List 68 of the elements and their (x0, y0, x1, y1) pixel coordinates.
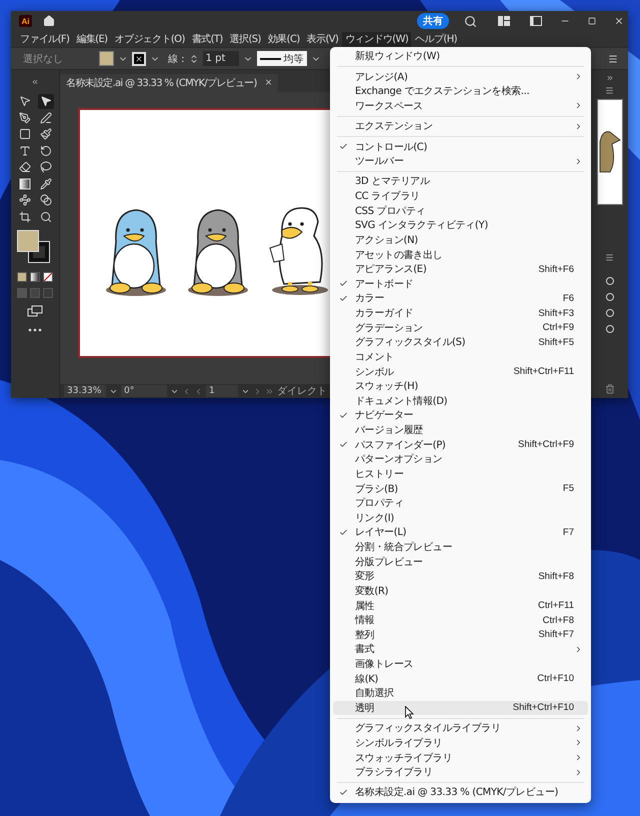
menu-item[interactable]: エクステンション (333, 118, 588, 134)
menu-item[interactable]: CSS プロパティ (333, 203, 588, 218)
rotation-field[interactable]: 0° (121, 385, 167, 397)
menu-item[interactable]: アセットの書き出し (333, 247, 588, 262)
menu-item[interactable]: 効果(C) (264, 32, 303, 46)
menu-item[interactable]: シンボルライブラリ (333, 736, 588, 750)
menu-item[interactable]: ウィンドウ(W) (342, 32, 412, 46)
menu-item[interactable]: カラー F6 (333, 291, 588, 306)
menu-item[interactable]: 3D とマテリアル (333, 174, 588, 189)
selection-status: 選択なし (23, 52, 64, 66)
share-button[interactable]: 共有 (417, 13, 449, 29)
menu-item[interactable]: 分割・統合プレビュー (333, 540, 588, 554)
artboard-field[interactable]: 1 (206, 385, 238, 397)
menu-item[interactable]: 表示(V) (304, 32, 342, 46)
menu-item[interactable]: カラーガイド Shift+F3 (333, 306, 588, 320)
stroke-weight-field[interactable]: 1 pt (202, 51, 239, 66)
menu-item[interactable]: シンボル Shift+Ctrl+F11 (333, 364, 588, 379)
menu-item[interactable]: 書式(T) (188, 32, 226, 46)
menu-item[interactable]: 変数(R) (333, 584, 588, 598)
stroke-profile-dropdown[interactable]: 均等 (256, 51, 307, 66)
menu-item[interactable]: コメント (333, 350, 588, 364)
menu-item[interactable]: オブジェクト(O) (111, 32, 188, 46)
app-logo: Ai (19, 15, 32, 27)
menu-item[interactable]: アピアランス(E) Shift+F6 (333, 262, 588, 276)
menu-item[interactable]: 編集(E) (73, 32, 110, 46)
menu-item[interactable]: スウォッチ(H) (333, 378, 588, 394)
menu-item[interactable]: 線(K) Ctrl+F10 (333, 671, 588, 686)
menu-item[interactable]: CC ライブラリ (333, 188, 588, 204)
menu-item[interactable]: 書式 (333, 642, 588, 657)
menu-item[interactable]: 整列 Shift+F7 (333, 628, 588, 642)
menu-item[interactable]: 分版プレビュー (333, 554, 588, 569)
document-tab[interactable]: 名称未設定.ai @ 33.33 % (CMYK/プレビュー) × (60, 74, 278, 92)
menu-item[interactable]: ツールバー (333, 154, 588, 168)
menu-item[interactable]: アクション(N) (333, 232, 588, 248)
menu-item[interactable]: グラフィックスタイルライブラリ (333, 720, 588, 736)
menu-item[interactable]: スウォッチライブラリ (333, 750, 588, 765)
menu-item[interactable]: プロパティ (333, 496, 588, 510)
menu-item[interactable]: バージョン履歴 (333, 422, 588, 438)
menu-item[interactable]: パスファインダー(P) Shift+Ctrl+F9 (333, 437, 588, 452)
menu-item[interactable]: 属性 Ctrl+F11 (333, 598, 588, 613)
menu-item[interactable]: 名称未設定.ai @ 33.33 % (CMYK/プレビュー) (333, 785, 588, 800)
stroke-label: 線 : (168, 52, 185, 66)
menu-item[interactable]: 画像トレース (333, 656, 588, 672)
menu-item[interactable]: ワークスペース (333, 98, 588, 114)
menu-item[interactable]: ブラシライブラリ (333, 764, 588, 780)
menu-item[interactable]: 新規ウィンドウ(W) (333, 49, 588, 64)
menu-item[interactable]: リンク(I) (333, 510, 588, 526)
menu-item[interactable]: アレンジ(A) (333, 69, 588, 84)
zoom-field[interactable]: 33.33% (64, 385, 106, 397)
menu-item[interactable]: ドキュメント情報(D) (333, 394, 588, 408)
menu-item[interactable]: レイヤー(L) F7 (333, 525, 588, 540)
menu-item[interactable]: ナビゲーター (333, 408, 588, 423)
menu-item[interactable]: ヘルプ(H) (412, 32, 460, 46)
menu-item[interactable]: Exchange でエクステンションを検索... (333, 84, 588, 99)
menu-item[interactable]: SVG インタラクティビティ(Y) (333, 218, 588, 233)
menu-item[interactable]: グラフィックスタイル(S) Shift+F5 (333, 335, 588, 350)
menu-item[interactable]: グラデーション Ctrl+F9 (333, 320, 588, 335)
menu-item[interactable]: ヒストリー (333, 466, 588, 482)
menu-item[interactable]: パターンオプション (333, 452, 588, 467)
menu-item[interactable]: 自動選択 (333, 686, 588, 701)
menu-item[interactable]: コントロール(C) (333, 139, 588, 154)
menu-item[interactable]: アートボード (333, 276, 588, 292)
menu-item[interactable]: 情報 Ctrl+F8 (333, 612, 588, 628)
menu-item[interactable]: 変形 Shift+F8 (333, 569, 588, 584)
menu-item[interactable]: ファイル(F) (17, 32, 72, 46)
tool-status: ダイレクト (277, 385, 327, 398)
menu-item[interactable]: ブラシ(B) F5 (333, 481, 588, 496)
menu-item[interactable]: 選択(S) (226, 32, 264, 46)
